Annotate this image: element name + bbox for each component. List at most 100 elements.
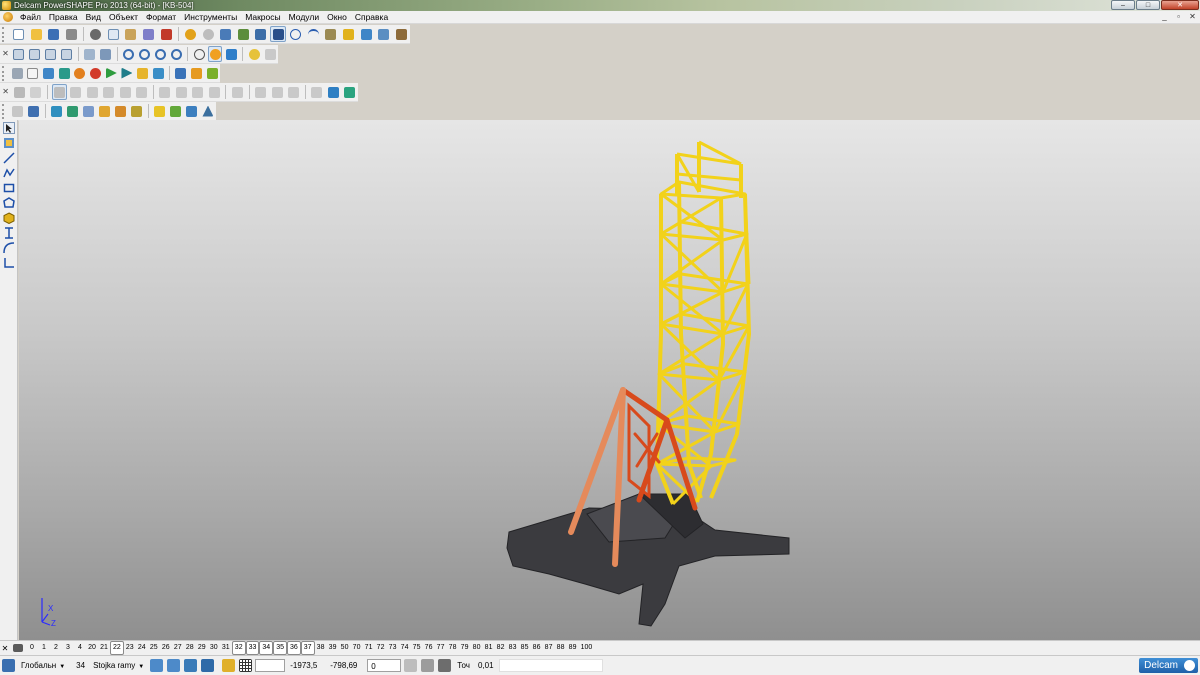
level-24[interactable]: 24	[136, 642, 148, 654]
level-29[interactable]: 29	[196, 642, 208, 654]
level-50[interactable]: 50	[339, 642, 351, 654]
workplane-select[interactable]: Глобальн ▼	[18, 659, 68, 672]
view-top-icon[interactable]	[60, 46, 74, 62]
level-87[interactable]: 87	[543, 642, 555, 654]
toolbar-grip[interactable]	[2, 103, 8, 119]
surface-shade-icon[interactable]	[185, 103, 199, 119]
solid-op2-icon[interactable]	[286, 84, 300, 100]
wireframe-icon[interactable]	[11, 103, 25, 119]
delete-icon[interactable]	[158, 26, 174, 42]
graphics-viewport[interactable]: X Z	[19, 120, 1200, 640]
undo-icon[interactable]	[183, 26, 199, 42]
red-ball-icon[interactable]	[89, 65, 103, 81]
redo-icon[interactable]	[200, 26, 216, 42]
level-0[interactable]: 0	[26, 642, 38, 654]
toolbar-grip[interactable]	[2, 26, 8, 42]
level-34[interactable]: 34	[259, 641, 274, 655]
level-37[interactable]: 37	[300, 641, 315, 655]
doc-minimize-button[interactable]: _	[1159, 12, 1170, 22]
feature-icon[interactable]	[12, 84, 26, 100]
level-72[interactable]: 72	[375, 642, 387, 654]
solid-icon[interactable]	[341, 26, 357, 42]
polyline-icon[interactable]	[2, 166, 16, 180]
view-side-icon[interactable]	[44, 46, 58, 62]
corner-icon[interactable]	[2, 256, 16, 270]
workplane-a-icon[interactable]	[150, 659, 164, 672]
menu-window[interactable]: Окно	[323, 11, 351, 24]
fillet-icon[interactable]	[51, 84, 67, 100]
surface-green-icon[interactable]	[66, 103, 80, 119]
menu-help[interactable]: Справка	[351, 11, 392, 24]
shaded-green-icon[interactable]	[343, 84, 357, 100]
play-icon[interactable]	[104, 65, 118, 81]
level-89[interactable]: 89	[567, 642, 579, 654]
assembly-tool-icon[interactable]	[376, 26, 392, 42]
level-name-select[interactable]: Stojka ramy ▼	[90, 659, 147, 672]
menu-view[interactable]: Вид	[82, 11, 105, 24]
minimize-button[interactable]: –	[1111, 0, 1135, 10]
menu-file[interactable]: Файл	[16, 11, 45, 24]
workplane-d-icon[interactable]	[201, 659, 215, 672]
material-color-icon[interactable]	[42, 65, 56, 81]
curve-icon[interactable]	[306, 26, 322, 42]
chamfer-icon[interactable]	[69, 84, 83, 100]
view-multi-icon[interactable]	[99, 46, 113, 62]
info-icon[interactable]	[174, 65, 188, 81]
maximize-button[interactable]: □	[1136, 0, 1160, 10]
workplane-c-icon[interactable]	[184, 659, 198, 672]
zoom-all-icon[interactable]	[169, 46, 183, 62]
measure-icon[interactable]	[253, 26, 269, 42]
calculator-b-icon[interactable]	[421, 659, 435, 672]
menu-object[interactable]: Объект	[105, 11, 142, 24]
level-81[interactable]: 81	[483, 642, 495, 654]
levels-icon[interactable]	[26, 65, 40, 81]
tolerance-value[interactable]: 0,01	[475, 659, 497, 672]
subtract-icon[interactable]	[134, 84, 148, 100]
save-icon[interactable]	[46, 26, 62, 42]
surface-blue-icon[interactable]	[50, 103, 64, 119]
select-icon[interactable]	[2, 121, 16, 135]
circle-icon[interactable]	[288, 26, 304, 42]
snap-icon[interactable]	[323, 26, 339, 42]
scale-icon[interactable]	[207, 84, 221, 100]
solid-cube-icon[interactable]	[2, 211, 16, 225]
level-77[interactable]: 77	[435, 642, 447, 654]
solid-op-icon[interactable]	[270, 84, 284, 100]
level-3[interactable]: 3	[62, 642, 74, 654]
workplane-b-icon[interactable]	[167, 659, 181, 672]
hand-icon[interactable]	[263, 46, 277, 62]
calculator-icon[interactable]	[404, 659, 418, 672]
level-86[interactable]: 86	[531, 642, 543, 654]
arc-icon[interactable]	[2, 241, 16, 255]
blend-icon[interactable]	[29, 84, 43, 100]
play-outline-icon[interactable]	[120, 65, 134, 81]
tools-icon[interactable]	[393, 26, 409, 42]
level-75[interactable]: 75	[411, 642, 423, 654]
level-100[interactable]: 100	[579, 642, 595, 654]
light-icon[interactable]	[224, 46, 238, 62]
level-36[interactable]: 36	[286, 641, 301, 655]
curve-fit-icon[interactable]	[27, 103, 41, 119]
level-1[interactable]: 1	[38, 642, 50, 654]
menu-macros[interactable]: Макросы	[241, 11, 284, 24]
zoom-out-icon[interactable]	[137, 46, 151, 62]
doc-restore-button[interactable]: ▫	[1173, 12, 1184, 22]
cut-icon[interactable]	[88, 26, 104, 42]
menu-format[interactable]: Формат	[142, 11, 180, 24]
mesh-icon[interactable]	[98, 103, 112, 119]
doc-close-button[interactable]: ✕	[1187, 12, 1198, 22]
new-icon[interactable]	[11, 26, 27, 42]
mirror-icon[interactable]	[190, 84, 204, 100]
paste-icon[interactable]	[123, 26, 139, 42]
grid-icon[interactable]	[151, 65, 165, 81]
snap-color-icon[interactable]	[222, 659, 236, 672]
level-39[interactable]: 39	[327, 642, 339, 654]
document-icon[interactable]	[3, 12, 13, 22]
levels-close-icon[interactable]: ✕	[0, 644, 10, 653]
grid-toggle-icon[interactable]	[239, 659, 253, 672]
zoom-in-icon[interactable]	[121, 46, 135, 62]
toolbar-close-icon[interactable]: ✕	[2, 88, 9, 96]
rectangle-icon[interactable]	[2, 181, 16, 195]
level-22[interactable]: 22	[110, 641, 124, 655]
line-icon[interactable]	[2, 151, 16, 165]
